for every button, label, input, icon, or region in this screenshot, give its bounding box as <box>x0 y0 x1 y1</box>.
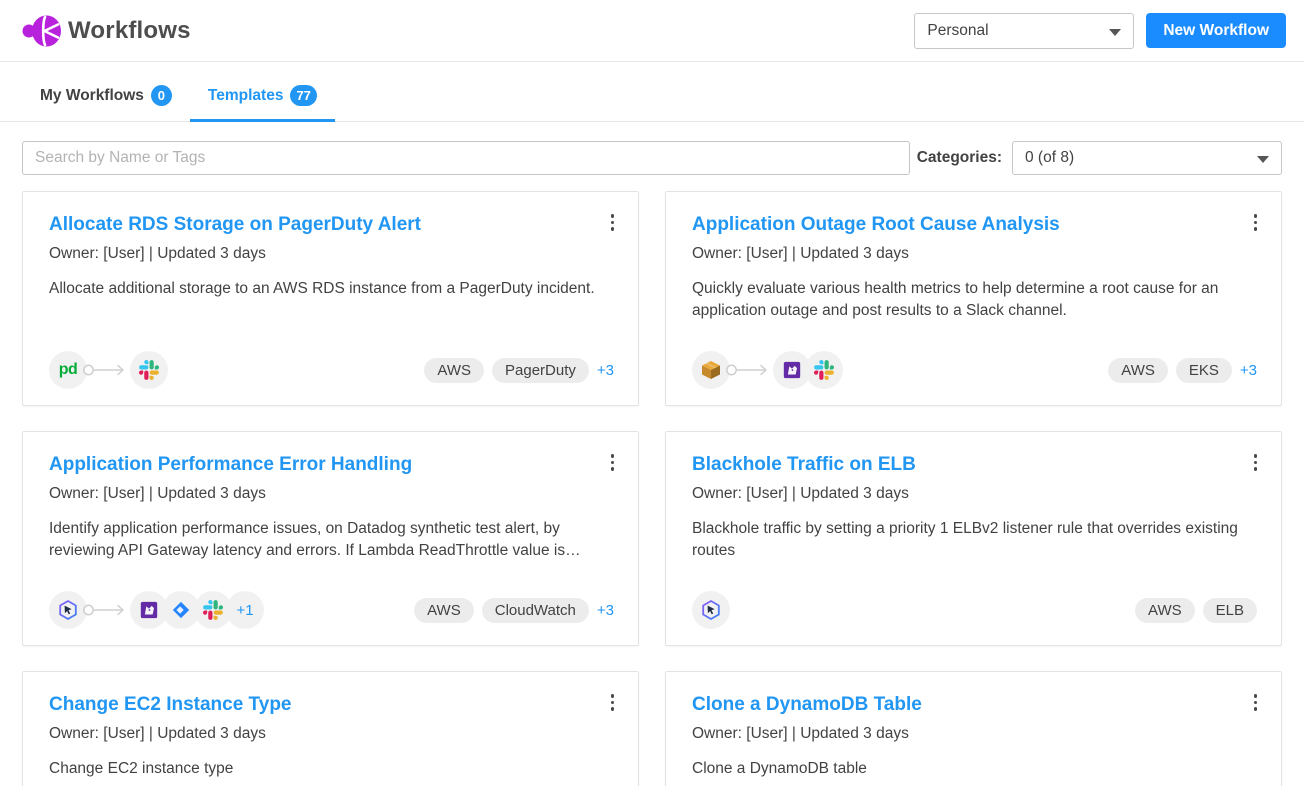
workflow-meta: Owner: [User] | Updated 3 days <box>692 485 1257 503</box>
connector-arrow-icon <box>82 362 128 378</box>
tab-label: My Workflows <box>40 87 144 105</box>
workflow-card: Clone a DynamoDB Table Owner: [User] | U… <box>665 671 1282 786</box>
card-footer: AWS EKS +3 <box>692 351 1257 389</box>
workflow-meta: Owner: [User] | Updated 3 days <box>692 725 1257 743</box>
workflow-card: Allocate RDS Storage on PagerDuty Alert … <box>22 191 639 406</box>
workflow-description: Clone a DynamoDB table <box>692 758 1257 780</box>
tag-pill[interactable]: ELB <box>1203 598 1257 623</box>
categories-dropdown[interactable]: 0 (of 8) <box>1012 141 1282 175</box>
workflows-logo-icon <box>22 13 62 49</box>
more-tags-link[interactable]: +3 <box>597 602 614 619</box>
tab-label: Templates <box>208 87 284 105</box>
workflow-title-link[interactable]: Allocate RDS Storage on PagerDuty Alert <box>49 214 614 236</box>
filter-bar: Categories: 0 (of 8) <box>0 141 1304 175</box>
tag-pill[interactable]: AWS <box>424 358 484 383</box>
tag-pill[interactable]: PagerDuty <box>492 358 589 383</box>
integration-icon-row <box>692 591 730 629</box>
workspace-dropdown[interactable]: Personal <box>914 13 1134 49</box>
kebab-menu-icon[interactable] <box>1250 690 1262 715</box>
workflow-title-link[interactable]: Application Performance Error Handling <box>49 454 614 476</box>
workflow-description: Allocate additional storage to an AWS RD… <box>49 278 614 300</box>
workflow-description: Blackhole traffic by setting a priority … <box>692 518 1257 562</box>
workflow-title-link[interactable]: Change EC2 Instance Type <box>49 694 614 716</box>
integration-icon-row: +1 <box>49 591 264 629</box>
workspace-dropdown-value: Personal <box>927 22 988 40</box>
hexagon-cursor-icon <box>692 591 730 629</box>
plus-one-icon: +1 <box>226 591 264 629</box>
card-footer: +1 AWS CloudWatch +3 <box>49 591 614 629</box>
kebab-menu-icon[interactable] <box>607 450 619 475</box>
chevron-down-icon <box>1109 29 1121 36</box>
workflow-meta: Owner: [User] | Updated 3 days <box>49 725 614 743</box>
tab-count-badge: 77 <box>290 85 316 106</box>
workflow-card: Application Performance Error Handling O… <box>22 431 639 646</box>
workflow-description: Quickly evaluate various health metrics … <box>692 278 1257 322</box>
workflow-description: Identify application performance issues,… <box>49 518 614 562</box>
tag-pill[interactable]: EKS <box>1176 358 1232 383</box>
card-footer: AWS ELB <box>692 591 1257 629</box>
workflow-meta: Owner: [User] | Updated 3 days <box>692 245 1257 263</box>
categories-label: Categories: <box>917 149 1002 167</box>
tag-pill[interactable]: AWS <box>1108 358 1168 383</box>
workflow-meta: Owner: [User] | Updated 3 days <box>49 485 614 503</box>
tab-my-workflows[interactable]: My Workflows 0 <box>22 79 190 122</box>
tab-bar: My Workflows 0 Templates 77 <box>0 79 1304 122</box>
slack-icon <box>805 351 843 389</box>
kebab-menu-icon[interactable] <box>607 210 619 235</box>
workflow-card: Change EC2 Instance Type Owner: [User] |… <box>22 671 639 786</box>
workflow-title-link[interactable]: Clone a DynamoDB Table <box>692 694 1257 716</box>
workflow-card: Application Outage Root Cause Analysis O… <box>665 191 1282 406</box>
categories-dropdown-value: 0 (of 8) <box>1025 149 1074 167</box>
kebab-menu-icon[interactable] <box>607 690 619 715</box>
search-input[interactable] <box>22 141 910 175</box>
workflow-title-link[interactable]: Application Outage Root Cause Analysis <box>692 214 1257 236</box>
card-footer: pd AWS PagerDuty +3 <box>49 351 614 389</box>
more-tags-link[interactable]: +3 <box>1240 362 1257 379</box>
workflow-description: Change EC2 instance type <box>49 758 614 780</box>
kebab-menu-icon[interactable] <box>1250 450 1262 475</box>
tab-count-badge: 0 <box>151 85 172 106</box>
tag-row: AWS ELB <box>1135 598 1257 623</box>
connector-arrow-icon <box>82 602 128 618</box>
workflow-meta: Owner: [User] | Updated 3 days <box>49 245 614 263</box>
page-title: Workflows <box>68 17 191 45</box>
slack-icon <box>130 351 168 389</box>
workflow-grid: Allocate RDS Storage on PagerDuty Alert … <box>0 191 1304 786</box>
workflow-card: Blackhole Traffic on ELB Owner: [User] |… <box>665 431 1282 646</box>
page-header: Workflows Personal New Workflow <box>0 0 1304 62</box>
integration-icon-row: pd <box>49 351 168 389</box>
tag-pill[interactable]: AWS <box>414 598 474 623</box>
tag-pill[interactable]: CloudWatch <box>482 598 589 623</box>
new-workflow-button[interactable]: New Workflow <box>1146 13 1286 48</box>
tag-row: AWS EKS +3 <box>1108 358 1257 383</box>
kebab-menu-icon[interactable] <box>1250 210 1262 235</box>
tag-row: AWS CloudWatch +3 <box>414 598 614 623</box>
tag-row: AWS PagerDuty +3 <box>424 358 614 383</box>
workflow-title-link[interactable]: Blackhole Traffic on ELB <box>692 454 1257 476</box>
tag-pill[interactable]: AWS <box>1135 598 1195 623</box>
more-tags-link[interactable]: +3 <box>597 362 614 379</box>
integration-icon-row <box>692 351 843 389</box>
chevron-down-icon <box>1257 156 1269 163</box>
connector-arrow-icon <box>725 362 771 378</box>
tab-templates[interactable]: Templates 77 <box>190 79 335 122</box>
